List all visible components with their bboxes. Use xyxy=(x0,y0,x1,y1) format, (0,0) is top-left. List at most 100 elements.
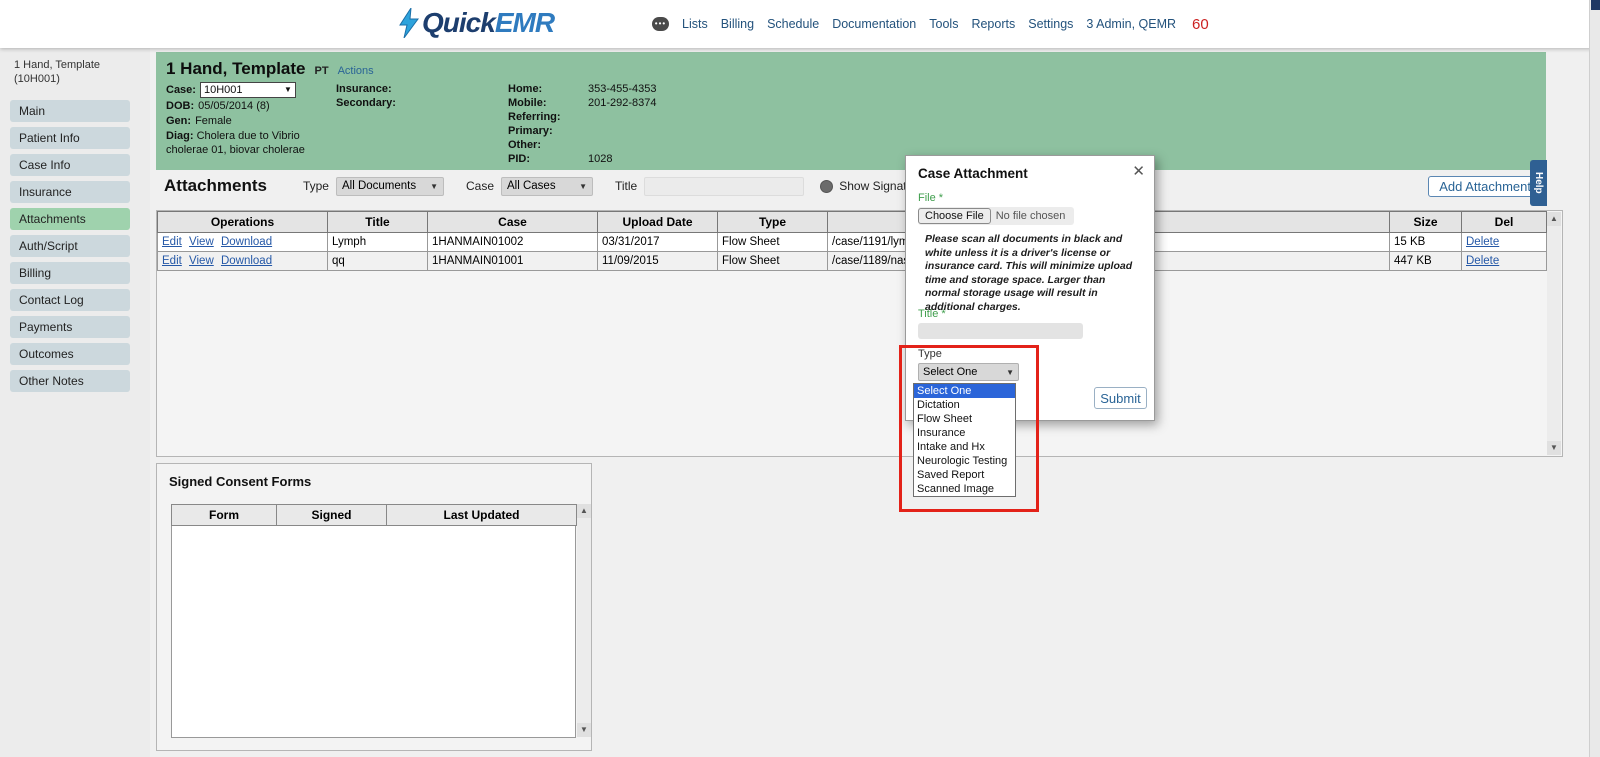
main-nav: ••• Lists Billing Schedule Documentation… xyxy=(652,0,1209,48)
delete-link[interactable]: Delete xyxy=(1466,236,1499,248)
cell-case: 1HANMAIN01001 xyxy=(427,251,598,271)
submit-button[interactable]: Submit xyxy=(1094,387,1147,409)
sidebar-item-contact-log[interactable]: Contact Log xyxy=(10,289,130,311)
sidebar-item-insurance[interactable]: Insurance xyxy=(10,181,130,203)
chat-icon[interactable]: ••• xyxy=(652,17,669,31)
view-link[interactable]: View xyxy=(189,255,214,267)
col-size: Size xyxy=(1389,211,1462,233)
type-select[interactable]: Select One ▼ xyxy=(918,363,1019,381)
nav-documentation[interactable]: Documentation xyxy=(832,17,916,31)
home-phone-value: 353-455-4353 xyxy=(588,83,657,95)
no-file-chosen-text: No file chosen xyxy=(995,210,1066,222)
consent-forms-heading: Signed Consent Forms xyxy=(169,474,312,489)
scroll-down-icon[interactable]: ▼ xyxy=(1547,441,1561,455)
sidebar-item-outcomes[interactable]: Outcomes xyxy=(10,343,130,365)
option-insurance[interactable]: Insurance xyxy=(914,426,1015,440)
quickemr-app: QuickEMR ••• Lists Billing Schedule Docu… xyxy=(0,0,1600,757)
notification-count[interactable]: 60 xyxy=(1192,16,1209,33)
scroll-down-icon[interactable]: ▼ xyxy=(577,723,591,737)
sidebar-item-auth-script[interactable]: Auth/Script xyxy=(10,235,130,257)
pid-label: PID: xyxy=(508,153,530,165)
file-field-label: File * xyxy=(918,192,944,204)
sidebar-item-payments[interactable]: Payments xyxy=(10,316,130,338)
view-link[interactable]: View xyxy=(189,236,214,248)
table-row: Edit View Download qq 1HANMAIN01001 11/0… xyxy=(157,251,1547,271)
nav-settings[interactable]: Settings xyxy=(1028,17,1073,31)
delete-link[interactable]: Delete xyxy=(1466,255,1499,267)
attachment-title-input[interactable] xyxy=(918,323,1083,339)
title-filter-input[interactable] xyxy=(644,176,805,196)
referring-label: Referring: xyxy=(508,111,561,123)
consent-header-row: Form Signed Last Updated xyxy=(171,504,577,526)
nav-schedule[interactable]: Schedule xyxy=(767,17,819,31)
case-select[interactable]: 10H001 ▼ xyxy=(199,82,296,98)
other-label: Other: xyxy=(508,139,541,151)
document-type-filter-value: All Documents xyxy=(341,180,417,192)
lightning-bolt-icon xyxy=(399,8,419,38)
option-dictation[interactable]: Dictation xyxy=(914,398,1015,412)
home-phone-label: Home: xyxy=(508,83,543,95)
attachments-table: Operations Title Case Upload Date Type S… xyxy=(157,211,1547,271)
nav-lists[interactable]: Lists xyxy=(682,17,708,31)
sidebar-item-billing[interactable]: Billing xyxy=(10,262,130,284)
user-menu[interactable]: 3 Admin, QEMR xyxy=(1086,17,1176,31)
filter-case-label: Case xyxy=(465,179,494,193)
attachments-scrollbar[interactable]: ▲ ▼ xyxy=(1547,212,1561,455)
page-scrollbar[interactable] xyxy=(1589,0,1600,757)
nav-billing[interactable]: Billing xyxy=(721,17,754,31)
cell-type: Flow Sheet xyxy=(717,251,828,271)
title-field-label: Title * xyxy=(918,308,946,320)
col-upload-date: Upload Date xyxy=(597,211,718,233)
show-signatures-toggle[interactable] xyxy=(820,179,834,193)
actions-link[interactable]: Actions xyxy=(338,65,374,77)
scroll-up-icon[interactable]: ▲ xyxy=(1547,212,1561,226)
document-type-filter[interactable]: All Documents ▼ xyxy=(335,176,444,196)
sidebar-patient-name: 1 Hand, Template xyxy=(14,59,101,71)
col-title: Title xyxy=(327,211,428,233)
edit-link[interactable]: Edit xyxy=(162,255,182,267)
nav-reports[interactable]: Reports xyxy=(971,17,1015,31)
table-header-row: Operations Title Case Upload Date Type S… xyxy=(157,211,1547,233)
option-flow-sheet[interactable]: Flow Sheet xyxy=(914,412,1015,426)
sidebar-item-other-notes[interactable]: Other Notes xyxy=(10,370,130,392)
page-scrollbar-thumb[interactable] xyxy=(1591,0,1600,10)
option-neurologic-testing[interactable]: Neurologic Testing xyxy=(914,454,1015,468)
file-input[interactable]: Choose File No file chosen xyxy=(918,207,1074,225)
sidebar-item-main[interactable]: Main xyxy=(10,100,130,122)
attachments-toolbar: Attachments Type All Documents ▼ Case Al… xyxy=(156,172,1546,200)
add-attachment-button[interactable]: Add Attachment xyxy=(1428,175,1542,197)
option-intake-and-hx[interactable]: Intake and Hx xyxy=(914,440,1015,454)
insurance-label: Insurance: xyxy=(336,83,392,95)
scroll-up-icon[interactable]: ▲ xyxy=(577,504,591,518)
edit-link[interactable]: Edit xyxy=(162,236,182,248)
quickemr-logo: QuickEMR xyxy=(398,7,555,39)
gender-label: Gen: xyxy=(166,115,192,127)
patient-header: 1 Hand, Template PT Actions Case: 10H001… xyxy=(156,52,1546,170)
pid-value: 1028 xyxy=(588,153,613,165)
option-select-one[interactable]: Select One xyxy=(914,384,1015,398)
table-row: Edit View Download Lymph 1HANMAIN01002 0… xyxy=(157,232,1547,252)
choose-file-button[interactable]: Choose File xyxy=(918,208,991,224)
gender-value: Female xyxy=(195,115,232,127)
nav-tools[interactable]: Tools xyxy=(929,17,958,31)
option-scanned-image[interactable]: Scanned Image xyxy=(914,482,1015,496)
cell-size: 447 KB xyxy=(1389,251,1462,271)
scan-notice-text: Please scan all documents in black and w… xyxy=(925,233,1133,313)
col-type: Type xyxy=(717,211,828,233)
help-tab[interactable]: Help xyxy=(1530,160,1547,206)
chevron-down-icon: ▼ xyxy=(430,181,438,191)
patient-sidebar: 1 Hand, Template (10H001) Main Patient I… xyxy=(0,48,150,757)
close-icon[interactable]: ✕ xyxy=(1132,162,1145,180)
option-saved-report[interactable]: Saved Report xyxy=(914,468,1015,482)
download-link[interactable]: Download xyxy=(221,236,272,248)
attachments-table-panel: Operations Title Case Upload Date Type S… xyxy=(156,210,1563,457)
patient-type-badge: PT xyxy=(314,65,329,77)
download-link[interactable]: Download xyxy=(221,255,272,267)
sidebar-item-patient-info[interactable]: Patient Info xyxy=(10,127,130,149)
sidebar-item-case-info[interactable]: Case Info xyxy=(10,154,130,176)
type-select-value: Select One xyxy=(923,366,978,378)
logo-emr-text: EMR xyxy=(494,7,555,38)
case-filter[interactable]: All Cases ▼ xyxy=(501,176,593,196)
consent-scrollbar[interactable]: ▲ ▼ xyxy=(577,504,591,737)
sidebar-item-attachments[interactable]: Attachments xyxy=(10,208,130,230)
